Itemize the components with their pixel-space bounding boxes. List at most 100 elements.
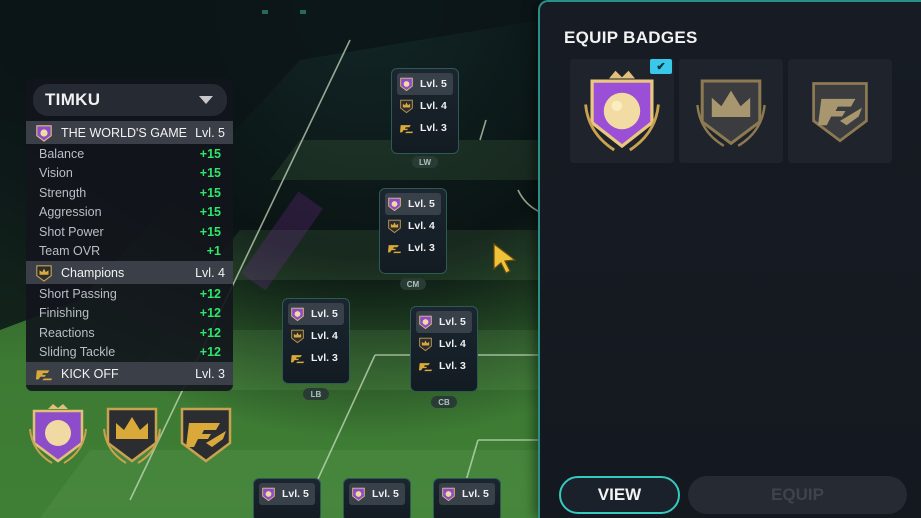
level-text: Lvl. 3 (420, 122, 447, 134)
level-text: Lvl. 5 (439, 316, 466, 328)
formation-card-bottom-3[interactable]: Lvl. 5 (433, 478, 501, 518)
position-label: CB (431, 396, 457, 408)
formation-card-lb[interactable]: Lvl. 5 Lvl. 4 Lvl. 3 (282, 298, 350, 384)
level-text: Lvl. 4 (420, 100, 447, 112)
stat-name: Short Passing (39, 286, 117, 301)
stat-row: Team OVR +1 (26, 242, 233, 262)
worlds-game-badge-icon (388, 197, 401, 212)
badge-header-champions: Champions Lvl. 4 (26, 261, 233, 284)
stat-value: +15 (199, 185, 221, 200)
badge-level-row: Lvl. 5 (288, 303, 344, 325)
kick-off-fc-badge-icon[interactable] (176, 403, 236, 465)
equip-button[interactable]: EQUIP (688, 476, 907, 514)
stat-value: +12 (199, 325, 221, 340)
formation-card-lw[interactable]: Lvl. 5 Lvl. 4 Lvl. 3 (391, 68, 459, 154)
champions-crown-badge-icon[interactable] (102, 403, 162, 465)
champions-crown-badge-icon (696, 79, 766, 147)
badge-slot-kick-off[interactable] (788, 59, 892, 163)
stat-name: Strength (39, 185, 87, 200)
badge-level-row: Lvl. 4 (385, 215, 441, 237)
kick-off-fc-badge-icon (35, 369, 53, 380)
worlds-game-badge-icon[interactable] (28, 403, 88, 465)
badge-slot-champions[interactable] (679, 59, 783, 163)
worlds-game-badge-icon (352, 487, 365, 502)
formation-card-bottom-2[interactable]: Lvl. 5 (343, 478, 411, 518)
level-text: Lvl. 5 (420, 78, 447, 90)
player-name: TIMKU (45, 90, 101, 109)
stat-name: Shot Power (39, 224, 104, 239)
badge-level-row: Lvl. 3 (397, 117, 453, 139)
badge-level-row: Lvl. 5 (439, 483, 495, 505)
badge-header-worlds-game: THE WORLD'S GAME Lvl. 5 (26, 121, 233, 144)
stat-name: Team OVR (39, 244, 101, 259)
worlds-game-badge-icon (400, 77, 413, 92)
level-text: Lvl. 3 (311, 352, 338, 364)
stat-row: Short Passing +12 (26, 284, 233, 304)
stat-value: +12 (199, 286, 221, 301)
stat-value: +15 (199, 146, 221, 161)
worlds-game-badge-icon (262, 487, 275, 502)
equip-badges-panel: EQUIP BADGES ✔ VIEW EQUIP (538, 0, 921, 518)
stat-value: +15 (199, 166, 221, 181)
view-button[interactable]: VIEW (559, 476, 680, 514)
formation-card-bottom-1[interactable]: Lvl. 5 (253, 478, 321, 518)
badge-slot-worlds-game[interactable] (570, 59, 674, 163)
badge-title: THE WORLD'S GAME (61, 125, 188, 140)
position-label: LB (303, 388, 329, 400)
badge-level: Lvl. 3 (195, 366, 225, 381)
level-text: Lvl. 3 (408, 242, 435, 254)
badge-level-row: Lvl. 4 (288, 325, 344, 347)
champions-crown-badge-icon (36, 264, 52, 282)
stat-name: Aggression (39, 205, 102, 220)
stat-name: Finishing (39, 306, 90, 321)
stat-value: +12 (199, 345, 221, 360)
badge-title: Champions (61, 265, 125, 280)
position-label: LW (412, 156, 438, 168)
badge-level-row: Lvl. 3 (385, 237, 441, 259)
badge-level-row: Lvl. 5 (349, 483, 405, 505)
badge-stats-panel: TIMKU THE WORLD'S GAME Lvl. 5 Balance +15… (26, 79, 233, 391)
badge-level-row: Lvl. 5 (397, 73, 453, 95)
stat-row: Reactions +12 (26, 323, 233, 343)
level-text: Lvl. 5 (311, 308, 338, 320)
badge-level-row: Lvl. 5 (259, 483, 315, 505)
champions-crown-badge-icon (400, 99, 413, 114)
badge-level: Lvl. 4 (195, 265, 225, 280)
chevron-down-icon (199, 96, 213, 104)
badge-level-row: Lvl. 4 (416, 333, 472, 355)
stat-row: Finishing +12 (26, 304, 233, 324)
stat-name: Balance (39, 146, 85, 161)
worlds-game-badge-icon (442, 487, 455, 502)
badge-level-row: Lvl. 3 (288, 347, 344, 369)
stat-name: Reactions (39, 325, 95, 340)
badge-header-kick-off: KICK OFF Lvl. 3 (26, 362, 233, 385)
player-dropdown[interactable]: TIMKU (33, 84, 227, 116)
equipped-badges-row (28, 403, 236, 465)
champions-crown-badge-icon (419, 337, 432, 352)
badge-level-row: Lvl. 4 (397, 95, 453, 117)
position-label: CM (400, 278, 426, 290)
badge-level-row: Lvl. 3 (416, 355, 472, 377)
badge-title: KICK OFF (61, 366, 119, 381)
stat-row: Shot Power +15 (26, 222, 233, 242)
selected-check-icon: ✔ (650, 59, 672, 74)
kick-off-fc-badge-icon (812, 82, 868, 143)
formation-card-cb[interactable]: Lvl. 5 Lvl. 4 Lvl. 3 (410, 306, 478, 392)
stat-row: Vision +15 (26, 164, 233, 184)
level-text: Lvl. 5 (282, 488, 309, 500)
kick-off-fc-badge-icon (387, 245, 402, 254)
stat-row: Strength +15 (26, 183, 233, 203)
worlds-game-badge-icon (419, 315, 432, 330)
stat-row: Balance +15 (26, 144, 233, 164)
level-text: Lvl. 5 (408, 198, 435, 210)
badge-level: Lvl. 5 (195, 125, 225, 140)
formation-card-cm[interactable]: Lvl. 5 Lvl. 4 Lvl. 3 (379, 188, 447, 274)
level-text: Lvl. 4 (408, 220, 435, 232)
stat-name: Sliding Tackle (39, 345, 116, 360)
stat-value: +12 (199, 306, 221, 321)
level-text: Lvl. 5 (372, 488, 399, 500)
stat-value: +1 (206, 244, 221, 259)
level-text: Lvl. 4 (311, 330, 338, 342)
pointer-cursor-icon (493, 242, 517, 274)
champions-crown-badge-icon (388, 219, 401, 234)
